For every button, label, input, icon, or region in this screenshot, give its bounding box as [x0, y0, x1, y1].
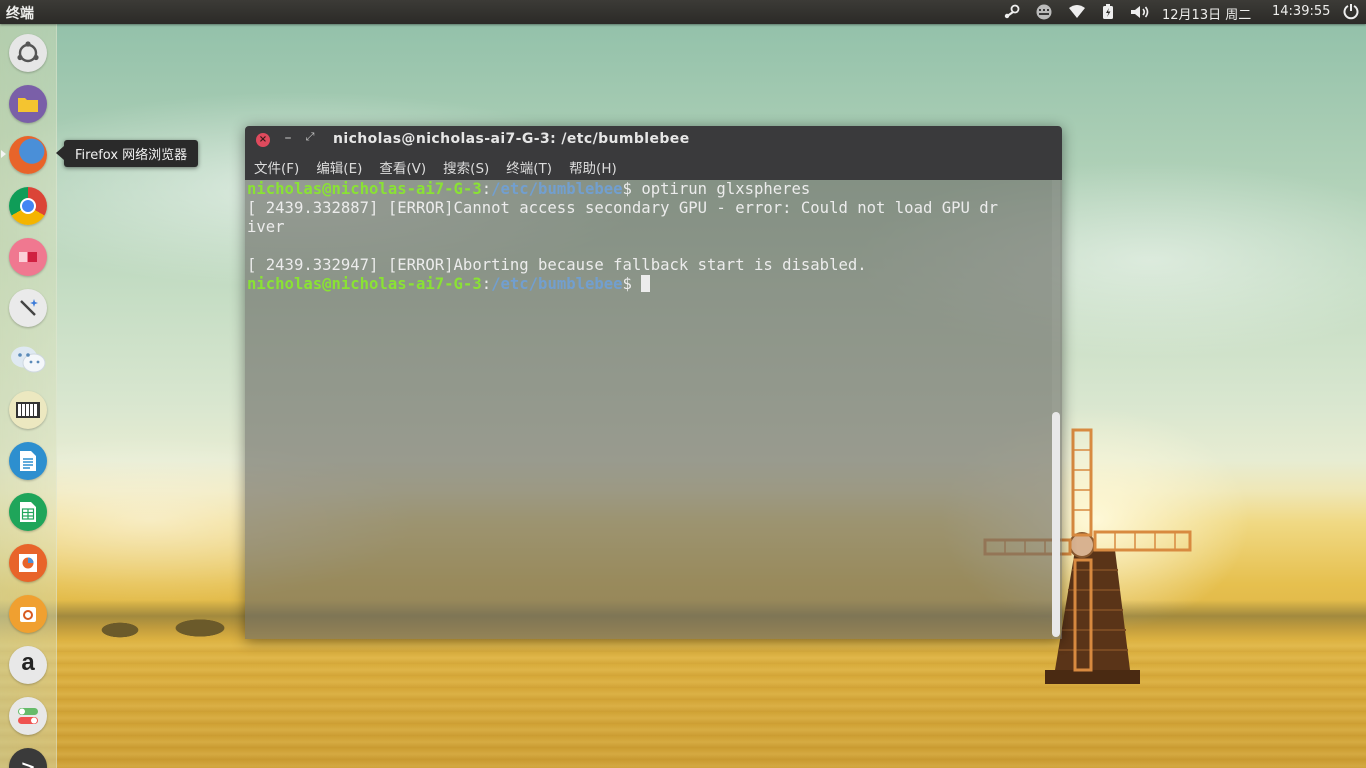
calc-icon[interactable] — [9, 493, 47, 531]
amazon-icon[interactable]: a — [9, 646, 47, 684]
keyboard-icon[interactable] — [1033, 0, 1055, 24]
prompt-separator: : — [481, 180, 492, 198]
writer-icon[interactable] — [9, 442, 47, 480]
active-app-name: 终端 — [6, 6, 34, 22]
app-pink-icon[interactable] — [9, 238, 47, 276]
desktop: 终端 12月13日 周二 14:39:55 a > Firefox 网络浏览器 … — [0, 0, 1366, 768]
files-icon[interactable] — [9, 85, 47, 123]
steam-icon[interactable] — [1002, 0, 1022, 24]
settings-toggle-icon[interactable] — [9, 697, 47, 735]
menu-search[interactable]: 搜索(S) — [443, 157, 489, 177]
launcher: a > — [0, 24, 57, 768]
terminal-body[interactable]: nicholas@nicholas-ai7-G-3:/etc/bumblebee… — [245, 180, 1062, 639]
menu-view[interactable]: 查看(V) — [379, 157, 426, 177]
panel-clock[interactable]: 14:39:55 — [1272, 4, 1330, 19]
dash-home-icon[interactable] — [9, 34, 47, 72]
terminal-line: [ 2439.332887] [ERROR]Cannot access seco… — [247, 199, 999, 217]
volume-icon[interactable] — [1129, 0, 1153, 24]
prompt-symbol: $ — [622, 275, 642, 293]
menu-terminal[interactable]: 终端(T) — [506, 157, 552, 177]
command-text: optirun glxspheres — [641, 180, 811, 198]
launcher-tooltip: Firefox 网络浏览器 — [55, 140, 199, 167]
scrollbar-thumb[interactable] — [1052, 412, 1060, 637]
piano-icon[interactable] — [9, 391, 47, 429]
terminal-window: × – ⤢ nicholas@nicholas-ai7-G-3: /etc/bu… — [245, 126, 1062, 639]
minimize-button[interactable]: – — [281, 130, 295, 148]
menu-file[interactable]: 文件(F) — [254, 157, 299, 177]
prompt-path: /etc/bumblebee — [491, 275, 623, 293]
close-button[interactable]: × — [256, 133, 270, 147]
menu-edit[interactable]: 编辑(E) — [316, 157, 362, 177]
firefox-icon[interactable] — [9, 136, 47, 174]
terminal-line: nicholas@nicholas-ai7-G-3:/etc/bumblebee… — [247, 275, 1047, 294]
menubar: 文件(F) 编辑(E) 查看(V) 搜索(S) 终端(T) 帮助(H) — [245, 154, 1062, 180]
impress-icon[interactable] — [9, 544, 47, 582]
running-indicator — [1, 150, 6, 158]
battery-icon[interactable] — [1099, 0, 1117, 24]
terminal-line: iver — [247, 218, 285, 236]
power-icon[interactable] — [1340, 0, 1362, 24]
prompt-path: /etc/bumblebee — [491, 180, 623, 198]
terminal-titlebar[interactable]: × – ⤢ nicholas@nicholas-ai7-G-3: /etc/bu… — [245, 126, 1062, 154]
top-panel: 终端 12月13日 周二 14:39:55 — [0, 0, 1366, 24]
more-apps-icon[interactable]: > — [9, 748, 47, 768]
chrome-icon[interactable] — [9, 187, 47, 225]
prompt-separator: : — [481, 275, 492, 293]
wechat-icon[interactable] — [9, 340, 47, 378]
text-cursor — [641, 275, 651, 292]
scrollbar[interactable] — [1052, 180, 1060, 639]
maximize-button[interactable]: ⤢ — [303, 130, 317, 148]
prompt-user: nicholas@nicholas-ai7-G-3 — [247, 275, 482, 293]
panel-date[interactable]: 12月13日 周二 — [1162, 4, 1251, 23]
prompt-user: nicholas@nicholas-ai7-G-3 — [247, 180, 482, 198]
terminal-line: [ 2439.332947] [ERROR]Aborting because f… — [247, 256, 867, 274]
software-center-icon[interactable] — [9, 595, 47, 633]
app-magic-wand-icon[interactable] — [9, 289, 47, 327]
wifi-icon[interactable] — [1066, 0, 1088, 24]
window-title: nicholas@nicholas-ai7-G-3: /etc/bumblebe… — [333, 131, 690, 147]
menu-help[interactable]: 帮助(H) — [569, 157, 617, 177]
prompt-symbol: $ — [622, 180, 642, 198]
terminal-line: nicholas@nicholas-ai7-G-3:/etc/bumblebee… — [247, 180, 1047, 199]
terminal-output: nicholas@nicholas-ai7-G-3:/etc/bumblebee… — [247, 180, 1047, 294]
